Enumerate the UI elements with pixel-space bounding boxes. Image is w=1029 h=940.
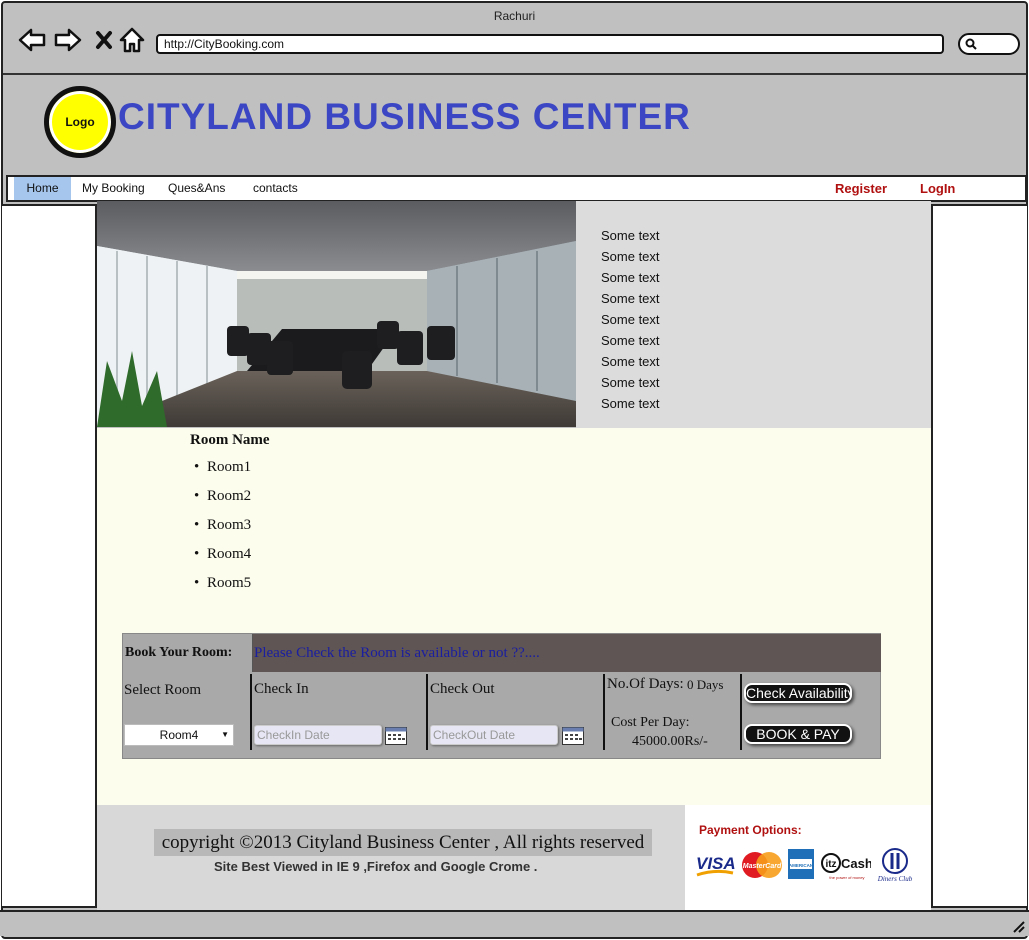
search-icon [965, 38, 977, 50]
cost-value: 45000.00Rs/- [632, 734, 708, 749]
room-item[interactable]: Room4 [194, 546, 251, 575]
forward-icon[interactable] [53, 25, 83, 55]
room-item[interactable]: Room5 [194, 575, 251, 604]
booking-message: Please Check the Room is available or no… [253, 634, 881, 672]
select-room-label: Select Room [124, 682, 202, 698]
room-select[interactable]: Room4 ▼ [124, 724, 234, 746]
hero-line: Some text [601, 228, 660, 243]
left-side-panel [2, 204, 97, 908]
nav-item-home[interactable]: Home [14, 177, 71, 200]
url-input[interactable]: http://CityBooking.com [156, 34, 944, 54]
back-icon[interactable] [17, 25, 47, 55]
hero-line: Some text [601, 375, 660, 390]
column-divider [250, 674, 252, 750]
days-label: No.Of Days: [607, 676, 684, 692]
column-divider [603, 674, 605, 750]
site-title: CITYLAND BUSINESS CENTER [118, 96, 691, 137]
check-out-input[interactable]: CheckOut Date [430, 725, 558, 745]
chrome-divider [3, 73, 1026, 75]
rooms-title: Room Name [190, 432, 270, 448]
check-out-label: Check Out [430, 681, 495, 697]
hero-line: Some text [601, 396, 660, 411]
hero-text-panel: Some text Some text Some text Some text … [576, 201, 931, 428]
hero-line: Some text [601, 270, 660, 285]
check-availability-button[interactable]: Check Availability [744, 683, 852, 703]
main-content: Room Name Room1 Room2 Room3 Room4 Room5 … [97, 428, 931, 805]
diners-club-logo: Diners Club [877, 848, 913, 883]
payment-options: Payment Options: VISA MasterCard AMERICA… [685, 805, 931, 910]
best-viewed-text: Site Best Viewed in IE 9 ,Firefox and Go… [214, 859, 538, 874]
nav-item-ques-ans[interactable]: Ques&Ans [160, 177, 233, 200]
hero-line: Some text [601, 354, 660, 369]
search-input[interactable] [958, 33, 1020, 55]
hero-line: Some text [601, 291, 660, 306]
nav-bar: Home My Booking Ques&Ans contacts Regist… [6, 175, 1027, 202]
room-item[interactable]: Room3 [194, 517, 251, 546]
conference-room-image [97, 201, 576, 427]
booking-heading: Book Your Room: [123, 634, 253, 672]
svg-text:AMERICAN: AMERICAN [789, 863, 813, 868]
hero-line: Some text [601, 249, 660, 264]
amex-logo: AMERICAN [788, 849, 814, 879]
svg-text:itz: itz [825, 859, 836, 870]
check-in-label: Check In [254, 681, 309, 697]
copyright-text: copyright ©2013 Cityland Business Center… [154, 829, 652, 856]
svg-text:Cash: Cash [841, 856, 871, 871]
register-link[interactable]: Register [835, 177, 887, 200]
mastercard-logo: MasterCard [742, 852, 782, 878]
column-divider [740, 674, 742, 750]
nav-item-contacts[interactable]: contacts [245, 177, 306, 200]
footer: copyright ©2013 Cityland Business Center… [97, 805, 685, 910]
hero-line: Some text [601, 333, 660, 348]
window-title: Rachuri [493, 9, 536, 23]
status-bar [0, 910, 1029, 936]
itzcash-logo: itz Cash the power of money [821, 853, 871, 880]
column-divider [426, 674, 428, 750]
calendar-icon[interactable] [562, 727, 584, 745]
hero-line: Some text [601, 312, 660, 327]
home-icon[interactable] [117, 25, 147, 55]
rooms-list: Room1 Room2 Room3 Room4 Room5 [194, 459, 251, 604]
chevron-down-icon: ▼ [221, 730, 229, 739]
cost-label: Cost Per Day: [611, 715, 690, 730]
booking-panel: Book Your Room: Please Check the Room is… [122, 633, 881, 759]
payment-title: Payment Options: [699, 823, 802, 837]
logo[interactable]: Logo [44, 86, 116, 158]
svg-text:Diners Club: Diners Club [877, 875, 913, 883]
resize-handle-icon[interactable] [1011, 919, 1025, 933]
calendar-icon[interactable] [385, 727, 407, 745]
nav-item-my-booking[interactable]: My Booking [74, 177, 153, 200]
room-item[interactable]: Room2 [194, 488, 251, 517]
visa-logo: VISA [696, 854, 735, 877]
book-pay-button[interactable]: BOOK & PAY [744, 724, 852, 744]
check-in-input[interactable]: CheckIn Date [254, 725, 382, 745]
right-side-panel [931, 204, 1027, 908]
svg-text:MasterCard: MasterCard [743, 863, 782, 870]
login-link[interactable]: LogIn [920, 177, 955, 200]
svg-text:the power of money: the power of money [829, 875, 864, 880]
days-value: 0 Days [687, 677, 724, 692]
room-select-value: Room4 [159, 728, 199, 742]
room-item[interactable]: Room1 [194, 459, 251, 488]
